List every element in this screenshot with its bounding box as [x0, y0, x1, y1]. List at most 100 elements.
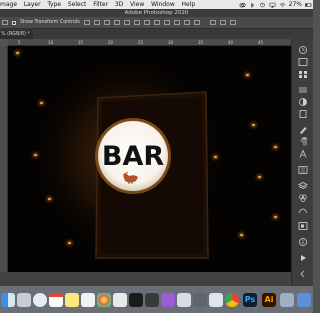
workspace-icon[interactable]	[219, 20, 226, 25]
info-icon[interactable]	[297, 237, 309, 247]
distribute-top-icon[interactable]	[123, 20, 130, 25]
app-store-icon[interactable]	[177, 293, 191, 307]
document-canvas[interactable]: BAR	[8, 46, 291, 272]
show-transform-checkbox[interactable]	[12, 20, 16, 25]
ruler-tick: 30	[168, 40, 174, 45]
illustrator-icon[interactable]: Ai	[262, 293, 276, 307]
channels-icon[interactable]	[297, 193, 309, 203]
reminders-icon[interactable]	[81, 293, 95, 307]
window-title: Adobe Photoshop 2020	[124, 10, 189, 16]
document-tab-label: % (RGB/8) *	[1, 32, 30, 37]
menu-3d[interactable]: 3D	[111, 0, 126, 9]
character-icon[interactable]	[297, 149, 309, 159]
slide-icon[interactable]	[193, 20, 200, 25]
expand-panels-icon[interactable]	[297, 269, 309, 279]
top-ruler[interactable]: 5 10 15 20 25 30 35 40 45	[8, 39, 291, 46]
menu-window[interactable]: Window	[148, 0, 178, 9]
distribute-center-icon[interactable]	[143, 20, 150, 25]
align-top-icon[interactable]	[83, 20, 90, 25]
launchpad-icon[interactable]	[17, 293, 31, 307]
notes-icon[interactable]	[65, 293, 79, 307]
system-preferences-icon[interactable]	[193, 293, 207, 307]
ruler-tick: 20	[108, 40, 114, 45]
share-icon[interactable]	[229, 20, 236, 25]
light-dot	[34, 154, 37, 156]
sign-text: BAR	[102, 141, 164, 172]
podcasts-icon[interactable]	[161, 293, 175, 307]
align-left-icon[interactable]	[2, 20, 8, 25]
align-vcenter-icon[interactable]	[113, 20, 120, 25]
distribute-left-icon[interactable]	[133, 20, 140, 25]
battery-percent[interactable]: 27%	[289, 0, 302, 9]
show-transform-label: Show Transform Controls	[20, 20, 80, 25]
light-dot	[68, 242, 71, 244]
ruler-tick: 5	[18, 40, 21, 45]
status-area: 27%	[239, 0, 313, 9]
color-icon[interactable]	[297, 57, 309, 67]
paragraph-icon[interactable]	[297, 137, 309, 147]
capture-icon[interactable]	[280, 293, 294, 307]
mac-menu-bar: mage Layer Type Select Filter 3D View Wi…	[0, 0, 313, 9]
navigator-icon[interactable]	[297, 221, 309, 231]
menu-image[interactable]: mage	[0, 0, 20, 9]
document-tabs: % (RGB/8) *	[0, 29, 313, 39]
brush-icon[interactable]	[297, 125, 309, 135]
distribute-right-icon[interactable]	[153, 20, 160, 25]
window-title-bar: Adobe Photoshop 2020	[0, 9, 313, 17]
menu-view[interactable]: View	[127, 0, 148, 9]
messages-icon[interactable]	[113, 293, 127, 307]
wifi-icon[interactable]	[279, 2, 286, 8]
menu-select[interactable]: Select	[65, 0, 90, 9]
left-ruler[interactable]	[0, 46, 8, 276]
light-dot	[240, 234, 243, 236]
finder-icon[interactable]	[1, 293, 15, 307]
menu-layer[interactable]: Layer	[20, 0, 44, 9]
orbit-icon[interactable]	[173, 20, 180, 25]
ruler-tick: 15	[78, 40, 84, 45]
apple-tv-icon[interactable]	[145, 293, 159, 307]
illustrator-icon-label: Ai	[264, 295, 274, 304]
properties-icon[interactable]	[297, 85, 309, 95]
layers-icon[interactable]	[297, 181, 309, 191]
align-center-icon[interactable]	[93, 20, 100, 25]
menu-help[interactable]: Help	[178, 0, 198, 9]
photos-icon[interactable]	[97, 293, 111, 307]
preview-icon[interactable]	[209, 293, 223, 307]
history-icon[interactable]	[297, 45, 309, 55]
swatches-icon[interactable]	[297, 69, 309, 79]
music-icon[interactable]	[129, 293, 143, 307]
glyphs-icon[interactable]	[297, 165, 309, 175]
ruler-tick: 35	[198, 40, 204, 45]
creative-cloud-icon[interactable]	[239, 2, 246, 8]
libraries-icon[interactable]	[297, 109, 309, 119]
light-dot	[48, 198, 51, 200]
align-bottom-icon[interactable]	[103, 20, 110, 25]
paths-icon[interactable]	[297, 205, 309, 215]
photoshop-icon-label: Ps	[244, 295, 256, 304]
adjustments-icon[interactable]	[297, 97, 309, 107]
photoshop-icon[interactable]: Ps	[243, 293, 257, 307]
chrome-icon[interactable]	[225, 293, 239, 307]
bar-sign-photo: BAR	[8, 46, 291, 272]
pan-icon[interactable]	[183, 20, 190, 25]
search-icon[interactable]	[209, 20, 216, 25]
right-panel-dock	[291, 39, 313, 286]
downloads-folder-icon[interactable]	[297, 293, 311, 307]
3d-mode-icon[interactable]	[163, 20, 170, 25]
light-dot	[274, 216, 277, 218]
time-machine-icon[interactable]	[259, 2, 266, 8]
safari-icon[interactable]	[33, 293, 47, 307]
battery-icon[interactable]	[305, 2, 312, 8]
airplay-icon[interactable]	[269, 2, 276, 8]
light-dot	[40, 102, 43, 104]
menu-filter[interactable]: Filter	[90, 0, 112, 9]
document-tab[interactable]: % (RGB/8) *	[0, 30, 33, 39]
ruler-tick: 25	[138, 40, 144, 45]
options-bar: Show Transform Controls	[0, 17, 313, 29]
actions-icon[interactable]	[297, 253, 309, 263]
light-dot	[252, 124, 255, 126]
bluetooth-icon[interactable]	[249, 2, 256, 8]
mac-dock: Ps Ai	[0, 286, 313, 313]
calendar-icon[interactable]	[49, 293, 63, 307]
menu-type[interactable]: Type	[44, 0, 65, 9]
